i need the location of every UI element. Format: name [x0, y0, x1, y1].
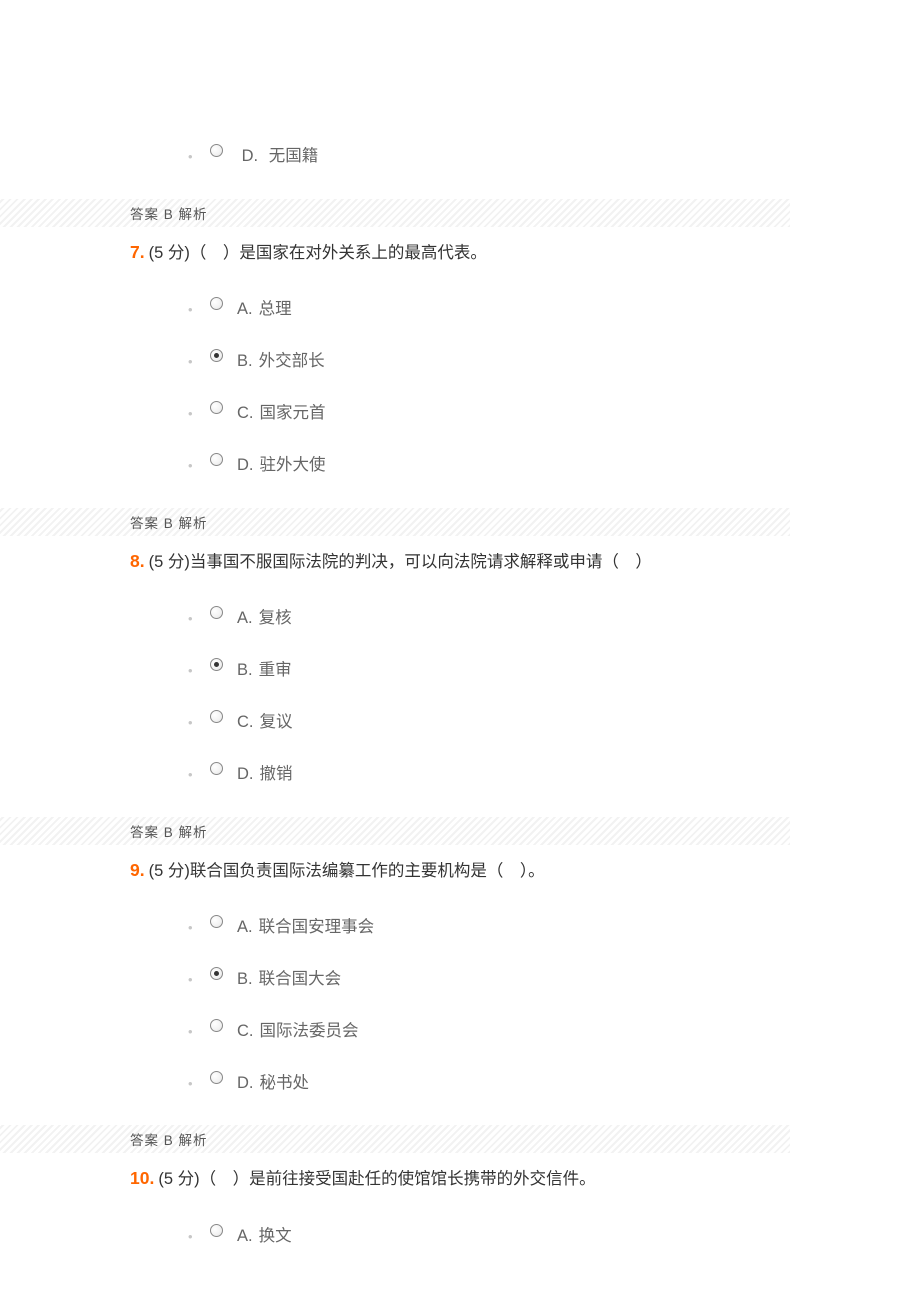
- question-head: 10.(5 分)（ ）是前往接受国赴任的使馆馆长携带的外交信件。: [130, 1163, 790, 1195]
- option-text: 联合国大会: [259, 970, 342, 988]
- option-item[interactable]: B. 联合国大会: [210, 970, 790, 990]
- option-list: A. 复核 B. 重审 C. 复议 D. 撤销: [130, 609, 790, 784]
- question-block: 9.(5 分)联合国负责国际法编纂工作的主要机构是（ ）。 A. 联合国安理事会 B.…: [0, 855, 920, 1094]
- question-points: (5 分): [149, 553, 190, 571]
- option-letter: A.: [237, 300, 253, 318]
- option-item[interactable]: D. 秘书处: [210, 1074, 790, 1094]
- option-item[interactable]: C. 复议: [210, 713, 790, 733]
- option-letter: D.: [242, 147, 259, 165]
- option-item[interactable]: A. 联合国安理事会: [210, 918, 790, 938]
- question-block: 7.(5 分)（ ）是国家在对外关系上的最高代表。 A. 总理 B. 外交部长 C. 国家元…: [0, 237, 920, 476]
- question-number: 9.: [130, 860, 145, 880]
- option-text: 秘书处: [260, 1074, 310, 1092]
- question-head: 8.(5 分)当事国不服国际法院的判决，可以向法院请求解释或申请（ ）: [130, 546, 790, 578]
- question-number: 8.: [130, 551, 145, 571]
- question-text: （ ）是前往接受国赴任的使馆馆长携带的外交信件。: [200, 1170, 596, 1188]
- question-block: 8.(5 分)当事国不服国际法院的判决，可以向法院请求解释或申请（ ） A. 复核 B…: [0, 546, 920, 785]
- radio-icon[interactable]: [210, 658, 223, 671]
- radio-icon[interactable]: [210, 967, 223, 980]
- option-text: 国家元首: [260, 404, 326, 422]
- option-list: A. 换文: [130, 1227, 790, 1247]
- question-block: 10.(5 分)（ ）是前往接受国赴任的使馆馆长携带的外交信件。 A. 换文: [0, 1163, 920, 1246]
- option-letter: C.: [237, 404, 254, 422]
- option-text: 驻外大使: [260, 456, 326, 474]
- question-points: (5 分): [149, 244, 190, 262]
- option-item[interactable]: D. 无国籍: [210, 147, 790, 167]
- option-letter: A.: [237, 609, 253, 627]
- option-item[interactable]: B. 外交部长: [210, 352, 790, 372]
- option-letter: C.: [237, 1022, 254, 1040]
- question-text: 联合国负责国际法编纂工作的主要机构是（ ）。: [190, 862, 545, 880]
- answer-bar: 答案 B 解析: [0, 508, 790, 536]
- radio-icon[interactable]: [210, 1019, 223, 1032]
- question-number: 7.: [130, 242, 145, 262]
- option-item[interactable]: A. 换文: [210, 1227, 790, 1247]
- question-head: 7.(5 分)（ ）是国家在对外关系上的最高代表。: [130, 237, 790, 269]
- option-list: A. 总理 B. 外交部长 C. 国家元首 D. 驻外大使: [130, 300, 790, 475]
- option-letter: B.: [237, 970, 253, 988]
- option-letter: B.: [237, 661, 253, 679]
- radio-icon[interactable]: [210, 606, 223, 619]
- option-text: 重审: [259, 661, 292, 679]
- option-letter: A.: [237, 918, 253, 936]
- option-text: 复核: [259, 609, 292, 627]
- option-letter: D.: [237, 456, 254, 474]
- question-head: 9.(5 分)联合国负责国际法编纂工作的主要机构是（ ）。: [130, 855, 790, 887]
- radio-icon[interactable]: [210, 349, 223, 362]
- question-points: (5 分): [158, 1170, 199, 1188]
- radio-icon[interactable]: [210, 401, 223, 414]
- option-text: 总理: [259, 300, 292, 318]
- radio-icon[interactable]: [210, 1224, 223, 1237]
- radio-icon[interactable]: [210, 144, 223, 157]
- answer-bar: 答案 B 解析: [0, 1125, 790, 1153]
- question-points: (5 分): [149, 862, 190, 880]
- radio-icon[interactable]: [210, 710, 223, 723]
- option-text: 无国籍: [269, 147, 319, 165]
- question-number: 10.: [130, 1168, 154, 1188]
- option-letter: A.: [237, 1227, 253, 1245]
- option-item[interactable]: A. 总理: [210, 300, 790, 320]
- option-list: D. 无国籍: [130, 147, 790, 167]
- question-text: 当事国不服国际法院的判决，可以向法院请求解释或申请（ ）: [190, 553, 652, 571]
- radio-icon[interactable]: [210, 762, 223, 775]
- question-text: （ ）是国家在对外关系上的最高代表。: [190, 244, 487, 262]
- option-letter: B.: [237, 352, 253, 370]
- answer-bar: 答案 B 解析: [0, 817, 790, 845]
- radio-icon[interactable]: [210, 297, 223, 310]
- option-item[interactable]: B. 重审: [210, 661, 790, 681]
- question-fragment: D. 无国籍: [0, 147, 920, 167]
- option-list: A. 联合国安理事会 B. 联合国大会 C. 国际法委员会 D. 秘书处: [130, 918, 790, 1093]
- option-text: 撤销: [260, 765, 293, 783]
- option-text: 外交部长: [259, 352, 325, 370]
- option-letter: D.: [237, 765, 254, 783]
- option-text: 换文: [259, 1227, 292, 1245]
- option-item[interactable]: D. 撤销: [210, 765, 790, 785]
- option-text: 国际法委员会: [260, 1022, 359, 1040]
- option-text: 联合国安理事会: [259, 918, 375, 936]
- radio-icon[interactable]: [210, 453, 223, 466]
- option-item[interactable]: A. 复核: [210, 609, 790, 629]
- option-item[interactable]: C. 国际法委员会: [210, 1022, 790, 1042]
- option-letter: D.: [237, 1074, 254, 1092]
- radio-icon[interactable]: [210, 915, 223, 928]
- option-item[interactable]: C. 国家元首: [210, 404, 790, 424]
- answer-bar: 答案 B 解析: [0, 199, 790, 227]
- option-letter: C.: [237, 713, 254, 731]
- radio-icon[interactable]: [210, 1071, 223, 1084]
- option-item[interactable]: D. 驻外大使: [210, 456, 790, 476]
- option-text: 复议: [260, 713, 293, 731]
